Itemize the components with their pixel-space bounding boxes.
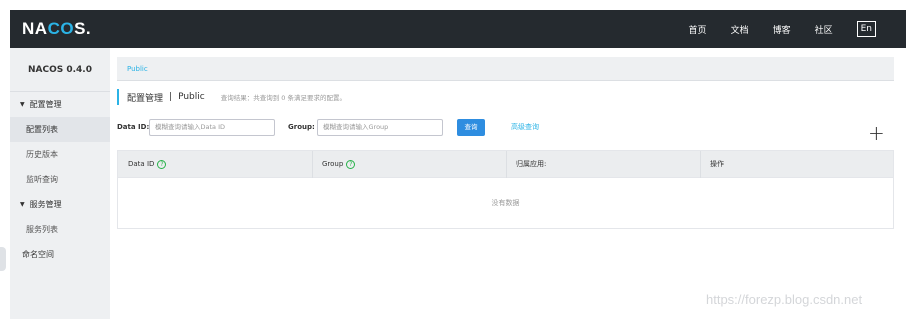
nav-blog-link[interactable]: 博客: [773, 23, 791, 36]
config-table: Data ID ? Group ? 归属应用: 操作 没有数据: [117, 150, 894, 229]
column-label: Data ID: [128, 160, 155, 168]
table-empty-message: 没有数据: [491, 199, 520, 207]
screenshot-margin-top: [0, 0, 906, 10]
language-toggle-button[interactable]: En: [856, 21, 876, 37]
namespace-label: Public: [178, 92, 205, 102]
table-header: Data ID ? Group ? 归属应用: 操作: [118, 151, 893, 178]
column-header-dataid: Data ID ?: [128, 151, 167, 178]
sidebar-item-service-list[interactable]: 服务列表: [10, 217, 110, 242]
query-button[interactable]: 查询: [457, 119, 485, 136]
dataid-search-input[interactable]: 模糊查询请输入Data ID: [149, 119, 275, 136]
nav-community-link[interactable]: 社区: [815, 23, 833, 36]
sidebar-item-listener-query[interactable]: 监听查询: [10, 167, 110, 192]
sidebar-item-config-list[interactable]: 配置列表: [10, 117, 110, 142]
column-header-actions: 操作: [710, 151, 724, 178]
watermark: https://forezp.blog.csdn.net: [706, 292, 863, 307]
nav-docs-link[interactable]: 文档: [731, 23, 749, 36]
column-label: 归属应用:: [516, 160, 547, 168]
help-icon[interactable]: ?: [346, 160, 356, 169]
query-result-summary: 查询结果：共查询到 0 条满足要求的配置。: [220, 94, 346, 102]
group-search-input[interactable]: 模糊查询请输入Group: [317, 119, 443, 136]
add-config-button[interactable]: +: [868, 123, 885, 143]
page-header: 配置管理 | Public 查询结果：共查询到 0 条满足要求的配置。: [117, 89, 346, 105]
top-nav-menu: 首页 文档 博客 社区 En: [665, 10, 876, 48]
title-accent-bar: [117, 89, 119, 105]
column-label: 操作: [710, 160, 724, 168]
nav-home-link[interactable]: 首页: [689, 23, 707, 36]
sidebar-item-namespace[interactable]: 命名空间: [10, 242, 110, 267]
column-label: Group: [322, 160, 344, 168]
dataid-label: Data ID:: [117, 123, 150, 131]
column-divider: [506, 151, 507, 178]
caret-down-icon: ▼: [20, 101, 25, 108]
sidebar-group-service[interactable]: ▼ 服务管理: [10, 192, 110, 217]
top-navbar: NACOS. 首页 文档 博客 社区 En: [10, 10, 906, 48]
help-icon[interactable]: ?: [157, 160, 167, 169]
sidebar-item-history[interactable]: 历史版本: [10, 142, 110, 167]
sidebar-group-config[interactable]: ▼ 配置管理: [10, 92, 110, 117]
sidebar-version-title: NACOS 0.4.0: [10, 48, 110, 92]
sidebar-group-label: 服务管理: [29, 200, 62, 209]
column-divider: [312, 151, 313, 178]
search-form: Data ID: 模糊查询请输入Data ID Group: 模糊查询请输入Gr…: [117, 119, 894, 136]
breadcrumb[interactable]: Public: [127, 57, 148, 81]
breadcrumb-bar: Public: [117, 57, 894, 81]
advanced-query-link[interactable]: 高级查询: [511, 119, 539, 136]
sidebar-collapse-handle[interactable]: [0, 247, 6, 271]
title-separator: |: [169, 92, 173, 102]
sidebar: NACOS 0.4.0 ▼ 配置管理 配置列表 历史版本 监听查询 ▼ 服务管理…: [10, 48, 110, 319]
column-header-app: 归属应用:: [516, 151, 546, 178]
column-header-group: Group ?: [322, 151, 356, 178]
screenshot-margin-left: [0, 0, 10, 319]
caret-down-icon: ▼: [20, 201, 25, 208]
sidebar-group-label: 配置管理: [29, 100, 62, 109]
nacos-logo[interactable]: NACOS.: [22, 19, 91, 39]
page-title: 配置管理: [127, 93, 164, 104]
column-divider: [700, 151, 701, 178]
group-label: Group:: [288, 123, 315, 131]
